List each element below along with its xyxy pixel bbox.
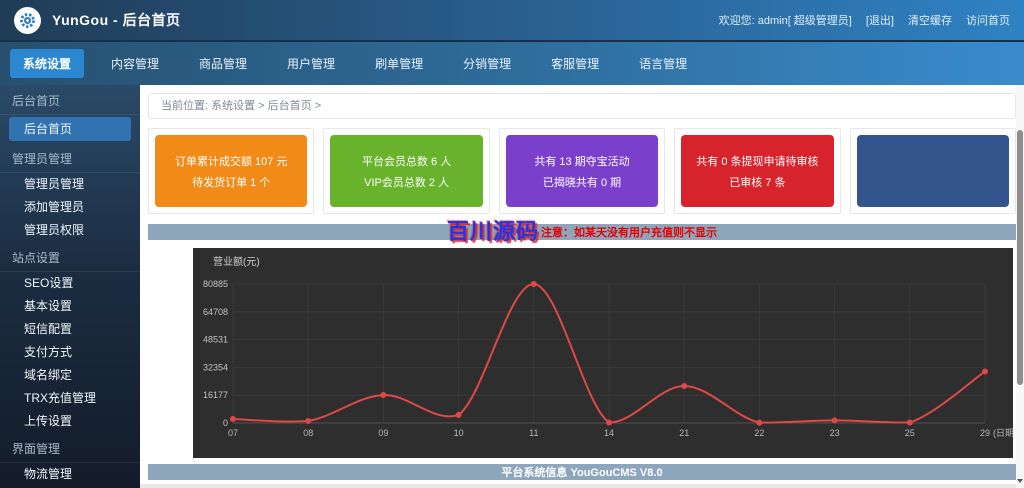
notice-text: 注意：如某天没有用户充值则不显示 bbox=[541, 224, 717, 240]
sidebar-item-3-5[interactable]: 域名绑定 bbox=[0, 364, 140, 387]
revenue-line-chart: 0 16177 32354 48531 64708 80885 营业额(元) 07 08 09 10… bbox=[193, 248, 1013, 458]
nav-item-8[interactable]: 语言管理 bbox=[626, 49, 700, 78]
sidebar-item-3-6[interactable]: TRX充值管理 bbox=[0, 387, 140, 410]
visit-home-link[interactable]: 访问首页 bbox=[966, 12, 1010, 28]
sidebar-item-2-2[interactable]: 添加管理员 bbox=[0, 196, 140, 219]
svg-text:08: 08 bbox=[303, 428, 313, 438]
bottom-strip bbox=[140, 484, 1024, 488]
stat-card-5 bbox=[850, 128, 1016, 214]
svg-text:64708: 64708 bbox=[203, 307, 228, 317]
welcome-text: 欢迎您: admin[ 超级管理员] bbox=[719, 12, 852, 28]
svg-text:32354: 32354 bbox=[203, 362, 228, 372]
svg-text:11: 11 bbox=[529, 428, 538, 438]
stat-card-1: 订单累计成交额 107 元待发货订单 1 个 bbox=[148, 128, 314, 214]
stat-card-body-2: 平台会员总数 6 人 VIP会员总数 2 人 bbox=[330, 135, 482, 207]
stat-card-line1: 平台会员总数 6 人 bbox=[362, 153, 451, 169]
sidebar-item-4-1[interactable]: 物流管理 bbox=[0, 463, 140, 486]
sidebar-item-3-7[interactable]: 上传设置 bbox=[0, 410, 140, 433]
svg-text:25: 25 bbox=[905, 428, 915, 438]
sidebar-item-3-4[interactable]: 支付方式 bbox=[0, 341, 140, 364]
main-nav: 系统设置内容管理商品管理用户管理刷单管理分销管理客服管理语言管理 bbox=[0, 42, 1024, 85]
stat-card-line1: 共有 13 期夺宝活动 bbox=[534, 153, 629, 169]
sidebar-group-title-2: 管理员管理 bbox=[0, 143, 140, 173]
stat-card-line2: 已审核 7 条 bbox=[729, 174, 785, 190]
stat-card-2: 平台会员总数 6 人 VIP会员总数 2 人 bbox=[323, 128, 489, 214]
notice-bar: 百川源码 注意：如某天没有用户充值则不显示 bbox=[148, 224, 1016, 240]
svg-text:营业额(元): 营业额(元) bbox=[213, 255, 260, 268]
stat-card-line2: VIP会员总数 2 人 bbox=[364, 174, 449, 190]
svg-text:48531: 48531 bbox=[203, 335, 228, 345]
svg-text:80885: 80885 bbox=[203, 279, 228, 289]
stat-card-body-5 bbox=[857, 135, 1009, 207]
sidebar-group-title-4: 界面管理 bbox=[0, 433, 140, 463]
svg-text:0: 0 bbox=[223, 418, 228, 428]
gear-icon bbox=[19, 12, 36, 29]
nav-item-3[interactable]: 商品管理 bbox=[186, 49, 260, 78]
svg-text:14: 14 bbox=[604, 428, 614, 438]
scrollbar-thumb[interactable] bbox=[1017, 130, 1023, 385]
svg-text:16177: 16177 bbox=[203, 390, 228, 400]
nav-item-4[interactable]: 用户管理 bbox=[274, 49, 348, 78]
sidebar-item-3-3[interactable]: 短信配置 bbox=[0, 318, 140, 341]
sidebar: 后台首页后台首页管理员管理管理员管理添加管理员管理员权限站点设置SEO设置基本设… bbox=[0, 85, 140, 488]
stat-cards-row: 订单累计成交额 107 元待发货订单 1 个 平台会员总数 6 人 VIP会员总数 … bbox=[148, 128, 1016, 214]
nav-item-2[interactable]: 内容管理 bbox=[98, 49, 172, 78]
svg-text:23: 23 bbox=[830, 428, 840, 438]
top-header: YunGou - 后台首页 欢迎您: admin[ 超级管理员] [退出] 清空… bbox=[0, 0, 1024, 42]
nav-item-1[interactable]: 系统设置 bbox=[10, 49, 84, 78]
app-logo bbox=[14, 7, 41, 34]
sidebar-item-1-1[interactable]: 后台首页 bbox=[9, 117, 131, 141]
watermark-text: 百川源码 bbox=[447, 221, 539, 243]
stat-card-body-3: 共有 13 期夺宝活动已揭晓共有 0 期 bbox=[506, 135, 658, 207]
stat-card-line2: 已揭晓共有 0 期 bbox=[543, 174, 621, 190]
revenue-chart-panel: 0 16177 32354 48531 64708 80885 营业额(元) 07 08 09 10… bbox=[193, 248, 1013, 458]
clear-cache-link[interactable]: 清空缓存 bbox=[908, 12, 952, 28]
svg-text:(日期): (日期) bbox=[993, 428, 1013, 438]
sidebar-item-3-2[interactable]: 基本设置 bbox=[0, 295, 140, 318]
sidebar-item-2-3[interactable]: 管理员权限 bbox=[0, 219, 140, 242]
breadcrumb: 当前位置: 系统设置 > 后台首页 > bbox=[148, 93, 1016, 119]
stat-card-3: 共有 13 期夺宝活动已揭晓共有 0 期 bbox=[499, 128, 665, 214]
sidebar-group-title-3: 站点设置 bbox=[0, 242, 140, 272]
nav-item-5[interactable]: 刷单管理 bbox=[362, 49, 436, 78]
svg-text:07: 07 bbox=[228, 428, 238, 438]
svg-text:10: 10 bbox=[454, 428, 464, 438]
sidebar-group-title-1: 后台首页 bbox=[0, 85, 140, 115]
stat-card-4: 共有 0 条提现申请待审核已审核 7 条 bbox=[674, 128, 840, 214]
footer-bar: 平台系统信息 YouGouCMS V8.0 bbox=[148, 464, 1016, 480]
stat-card-body-1: 订单累计成交额 107 元待发货订单 1 个 bbox=[155, 135, 307, 207]
stat-card-line1: 共有 0 条提现申请待审核 bbox=[696, 153, 818, 169]
stat-card-line2: 待发货订单 1 个 bbox=[192, 174, 270, 190]
stat-card-line1: 订单累计成交额 107 元 bbox=[175, 153, 287, 169]
scrollbar[interactable] bbox=[1016, 85, 1024, 488]
svg-text:09: 09 bbox=[378, 428, 388, 438]
logout-link[interactable]: [退出] bbox=[866, 12, 894, 28]
svg-text:29: 29 bbox=[980, 428, 990, 438]
nav-item-6[interactable]: 分销管理 bbox=[450, 49, 524, 78]
main-content: 当前位置: 系统设置 > 后台首页 > 订单累计成交额 107 元待发货订单 1… bbox=[140, 85, 1024, 488]
sidebar-item-3-1[interactable]: SEO设置 bbox=[0, 272, 140, 295]
sidebar-item-2-1[interactable]: 管理员管理 bbox=[0, 173, 140, 196]
stat-card-body-4: 共有 0 条提现申请待审核已审核 7 条 bbox=[681, 135, 833, 207]
scrollbar-down-arrow-icon[interactable] bbox=[1017, 479, 1023, 483]
nav-item-7[interactable]: 客服管理 bbox=[538, 49, 612, 78]
page-title: YunGou - 后台首页 bbox=[52, 10, 181, 30]
svg-text:21: 21 bbox=[679, 428, 689, 438]
svg-text:22: 22 bbox=[754, 428, 764, 438]
